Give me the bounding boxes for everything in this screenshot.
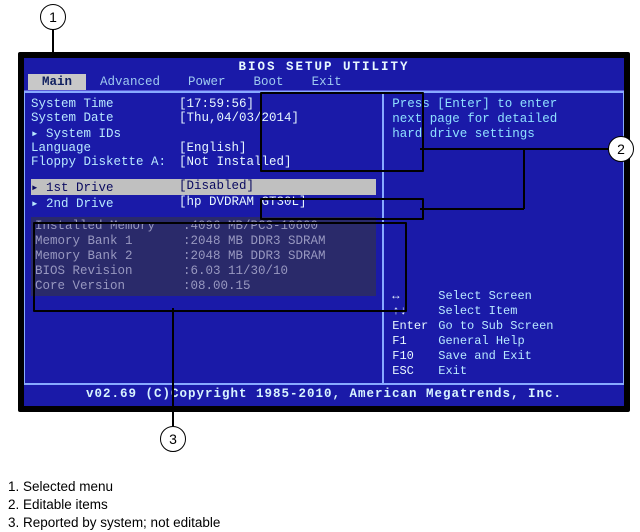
label: ▸ 2nd Drive	[31, 195, 179, 211]
label: Language	[31, 141, 179, 155]
value: :4096 MB/PC3-10600	[183, 219, 318, 234]
label: BIOS Revision	[35, 264, 183, 279]
figure-legend: 1. Selected menu 2. Editable items 3. Re…	[8, 478, 220, 532]
row-language[interactable]: Language [English]	[31, 141, 376, 155]
legend-item: 1. Selected menu	[8, 478, 220, 496]
label: Installed Memory	[35, 219, 183, 234]
help-panel: Press [Enter] to enter next page for det…	[383, 92, 624, 384]
callout-leader	[172, 308, 174, 426]
bios-screen: BIOS SETUP UTILITY Main Advanced Power B…	[18, 52, 630, 412]
label: System Time	[31, 97, 179, 111]
callout-2: 2	[608, 136, 634, 162]
value: :2048 MB DDR3 SDRAM	[183, 249, 326, 264]
callout-3: 3	[160, 426, 186, 452]
row-system-ids[interactable]: ▸ System IDs	[31, 125, 376, 141]
menu-advanced[interactable]: Advanced	[86, 74, 174, 90]
label: Floppy Diskette A:	[31, 155, 179, 169]
figure-container: { "title": "BIOS SETUP UTILITY", "menu":…	[0, 0, 640, 532]
callout-leader	[523, 148, 525, 209]
value: [Not Installed]	[179, 155, 292, 169]
value: [Disabled]	[179, 179, 254, 195]
row-floppy-a[interactable]: Floppy Diskette A: [Not Installed]	[31, 155, 376, 169]
help-line: hard drive settings	[392, 127, 615, 142]
value: :2048 MB DDR3 SDRAM	[183, 234, 326, 249]
key-legend: ↔Select Screen ↑↓Select Item EnterGo to …	[392, 289, 615, 379]
row-memory-bank-1: Memory Bank 1 :2048 MB DDR3 SDRAM	[35, 234, 372, 249]
help-line: next page for detailed	[392, 112, 615, 127]
row-core-version: Core Version :08.00.15	[35, 279, 372, 294]
value: [English]	[179, 141, 247, 155]
label: Memory Bank 1	[35, 234, 183, 249]
value: :08.00.15	[183, 279, 251, 294]
label: Memory Bank 2	[35, 249, 183, 264]
row-bios-revision: BIOS Revision :6.03 11/30/10	[35, 264, 372, 279]
value: :6.03 11/30/10	[183, 264, 288, 279]
menu-main[interactable]: Main	[28, 74, 86, 90]
callout-1: 1	[40, 4, 66, 30]
row-1st-drive[interactable]: ▸ 1st Drive [Disabled]	[31, 179, 376, 195]
callout-leader	[420, 148, 610, 150]
label: Core Version	[35, 279, 183, 294]
row-memory-bank-2: Memory Bank 2 :2048 MB DDR3 SDRAM	[35, 249, 372, 264]
value: [17:59:56]	[179, 97, 254, 111]
label: System Date	[31, 111, 179, 125]
row-system-time[interactable]: System Time [17:59:56]	[31, 97, 376, 111]
bios-footer: v02.69 (C)Copyright 1985-2010, American …	[24, 384, 624, 403]
callout-leader	[420, 208, 524, 210]
value: [hp DVDRAM GT30L]	[179, 195, 307, 211]
reported-block: Installed Memory :4096 MB/PC3-10600 Memo…	[31, 217, 376, 296]
value: [Thu,04/03/2014]	[179, 111, 299, 125]
row-2nd-drive[interactable]: ▸ 2nd Drive [hp DVDRAM GT30L]	[31, 195, 376, 211]
main-panel: System Time [17:59:56] System Date [Thu,…	[24, 92, 383, 384]
bios-title: BIOS SETUP UTILITY	[24, 58, 624, 74]
row-system-date[interactable]: System Date [Thu,04/03/2014]	[31, 111, 376, 125]
legend-item: 2. Editable items	[8, 496, 220, 514]
help-line: Press [Enter] to enter	[392, 97, 615, 112]
legend-item: 3. Reported by system; not editable	[8, 514, 220, 532]
menu-power[interactable]: Power	[174, 74, 240, 90]
menu-boot[interactable]: Boot	[240, 74, 298, 90]
label: ▸ System IDs	[31, 125, 179, 141]
label: ▸ 1st Drive	[31, 179, 179, 195]
row-installed-memory: Installed Memory :4096 MB/PC3-10600	[35, 219, 372, 234]
menu-exit[interactable]: Exit	[298, 74, 356, 90]
bios-menubar: Main Advanced Power Boot Exit	[24, 74, 624, 91]
